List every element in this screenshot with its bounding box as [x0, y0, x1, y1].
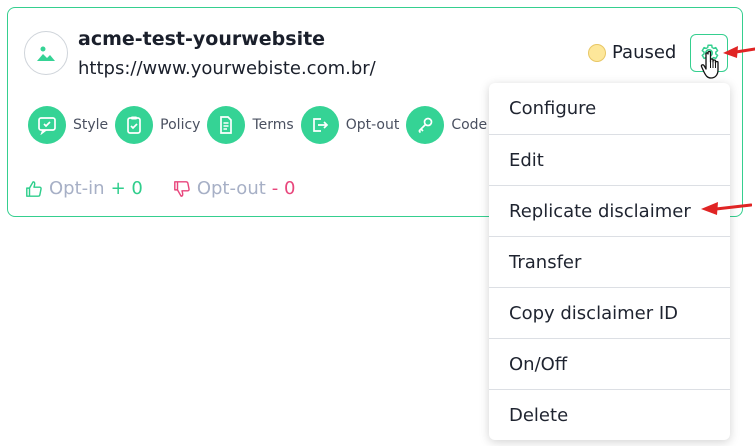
optout-stat: Opt-out - 0 [173, 178, 296, 199]
site-url: https://www.yourwebiste.com.br/ [78, 58, 376, 79]
action-bar: Style Policy Terms Opt-out Code [28, 106, 539, 144]
action-style[interactable]: Style [28, 106, 108, 144]
action-opt-out[interactable]: Opt-out [300, 106, 400, 144]
action-code[interactable]: Code [406, 106, 487, 144]
optout-count: - 0 [271, 178, 296, 199]
optin-count: + 0 [110, 178, 143, 199]
key-icon [406, 106, 445, 144]
action-label: Opt-out [345, 117, 400, 133]
menu-item-delete[interactable]: Delete [489, 389, 730, 440]
action-terms[interactable]: Terms [207, 106, 294, 144]
optout-label: Opt-out [196, 178, 266, 199]
clipboard-check-icon [115, 106, 154, 144]
action-label: Policy [160, 117, 201, 133]
site-name: acme-test-yourwebsite [78, 28, 326, 50]
optin-label: Opt-in [49, 178, 105, 199]
action-policy[interactable]: Policy [115, 106, 200, 144]
document-icon [207, 106, 246, 144]
thumbs-up-icon [26, 180, 42, 197]
annotation-arrow-icon [723, 46, 755, 58]
action-label: Style [73, 117, 109, 133]
exit-icon [300, 106, 339, 144]
action-label: Terms [252, 117, 294, 133]
menu-item-edit[interactable]: Edit [489, 134, 730, 185]
chat-check-icon [28, 106, 66, 144]
status-indicator: Paused [588, 42, 676, 63]
settings-dropdown-menu: Configure Edit Replicate disclaimer Tran… [489, 83, 730, 440]
stats-row: Opt-in + 0 Opt-out - 0 [25, 178, 325, 199]
menu-item-replicate-disclaimer[interactable]: Replicate disclaimer [489, 185, 730, 236]
action-label: Code [451, 117, 488, 133]
optin-stat: Opt-in + 0 [25, 178, 143, 199]
status-label: Paused [612, 42, 677, 63]
menu-item-on-off[interactable]: On/Off [489, 338, 730, 389]
menu-item-copy-disclaimer-id[interactable]: Copy disclaimer ID [489, 287, 730, 338]
thumbs-down-icon [173, 180, 190, 197]
image-placeholder-icon [24, 31, 68, 75]
annotation-arrow-icon [701, 202, 752, 215]
menu-item-configure[interactable]: Configure [489, 83, 730, 134]
menu-item-transfer[interactable]: Transfer [489, 236, 730, 287]
status-dot-icon [588, 43, 606, 62]
